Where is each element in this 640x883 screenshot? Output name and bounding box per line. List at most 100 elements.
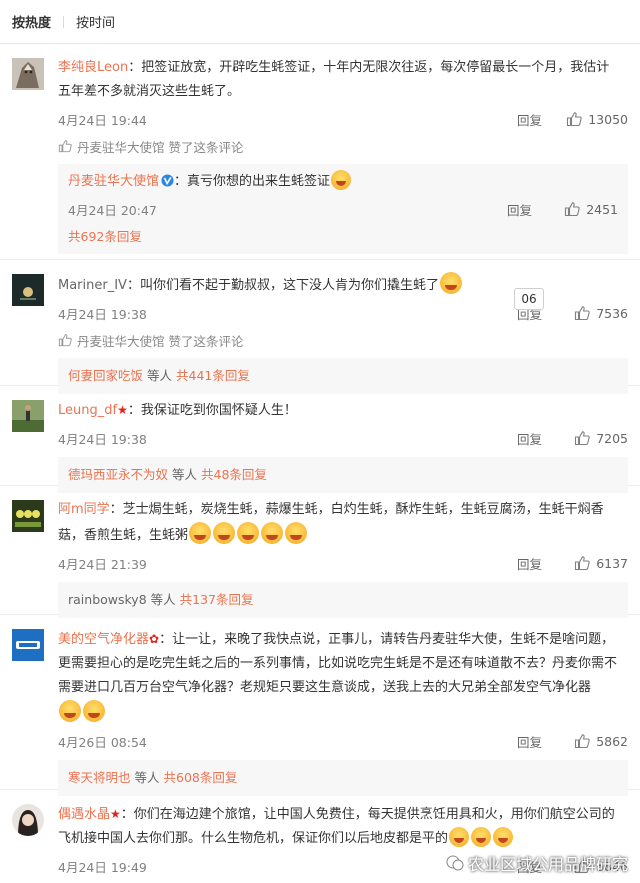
comment-text: ：我保证吃到你国怀疑人生！: [127, 403, 297, 418]
thumbs-up-icon: [58, 333, 72, 347]
reply-time: 4月24日 20:47: [68, 202, 157, 218]
member-badge-icon: ★: [117, 403, 128, 417]
like-button[interactable]: 7205: [562, 430, 628, 446]
liked-by-user[interactable]: 丹麦驻华大使馆: [77, 137, 165, 156]
like-count: 6137: [596, 555, 628, 571]
emoji-icon: [449, 827, 470, 847]
page-tag: 06: [514, 288, 544, 310]
user-avatar[interactable]: [12, 500, 44, 532]
comment-item: 李纯良Leon：把签证放宽，开辟吃生蚝签证，十年内无限次往返，每次停留最长一个月…: [0, 44, 640, 260]
comment-text: ：芝士焗生蚝，炭烧生蚝，蒜爆生蚝，白灼生蚝，酥炸生蚝，生蚝豆腐汤，生蚝干焖香菇，…: [58, 502, 604, 543]
thumbs-up-icon: [566, 111, 582, 127]
comment-item: 美的空气净化器✿：让一让，来晚了我快点说，正事儿，请转告丹麦驻华大使，生蚝不是啥…: [0, 615, 640, 796]
comment-body: 偶遇水晶★：你们在海边建个旅馆，让中国人免费住，每天提供烹饪用具和火，用你们航空…: [58, 802, 628, 851]
more-replies-link[interactable]: 共48条回复: [201, 467, 267, 482]
liked-by-suffix: 赞了这条评论: [168, 139, 244, 155]
comment-meta: 4月24日 19:38 回复 7205: [58, 423, 628, 453]
liked-by-notice: 丹麦驻华大使馆 赞了这条评论: [58, 328, 628, 352]
like-count: 13050: [588, 111, 628, 127]
like-button[interactable]: 5862: [562, 733, 628, 749]
emoji-icon: [493, 827, 514, 847]
reply-body: 丹麦驻华大使馆 ：真亏你想的出来生蚝签证: [68, 170, 618, 194]
reply-user[interactable]: rainbowsky8: [68, 592, 147, 607]
comment-time: 4月24日 19:38: [58, 306, 147, 322]
comment-meta: 4月24日 19:44 回复 13050: [58, 104, 628, 134]
comment-time: 4月24日 21:39: [58, 556, 147, 572]
reply-button[interactable]: 回复: [517, 554, 542, 573]
sort-divider: [63, 15, 65, 28]
thumbs-up-icon: [574, 305, 590, 321]
like-button[interactable]: 2451: [552, 201, 618, 217]
user-avatar[interactable]: [12, 58, 44, 90]
reply-user[interactable]: 何妻回家吃饭: [68, 368, 143, 383]
comment-username[interactable]: 阿m同学: [58, 502, 110, 517]
emoji-icon: [439, 272, 462, 294]
liked-by-user[interactable]: 丹麦驻华大使馆: [77, 331, 165, 350]
emoji-icon: [471, 827, 492, 847]
comment-body: Leung_df★：我保证吃到你国怀疑人生！: [58, 398, 628, 423]
featured-reply: 丹麦驻华大使馆 ：真亏你想的出来生蚝签证 4月24日 20:47 回复 2451 …: [58, 164, 628, 254]
comment-text: ：叫你们看不起于勤叔叔，这下没人肯为你们撬生蚝了: [126, 278, 439, 293]
comment-item: Mariner_IV：叫你们看不起于勤叔叔，这下没人肯为你们撬生蚝了 4月24日…: [0, 260, 640, 394]
like-count: 7536: [596, 305, 628, 321]
emoji-icon: [237, 522, 260, 544]
watermark: 农业区域公用品牌研究: [446, 851, 628, 875]
reply-text: ：真亏你想的出来生蚝签证: [174, 174, 331, 189]
like-count: 5862: [596, 733, 628, 749]
comment-time: 4月26日 08:54: [58, 734, 147, 750]
liked-by-suffix: 赞了这条评论: [168, 333, 244, 349]
comment-text: ：你们在海边建个旅馆，让中国人免费住，每天提供烹饪用具和火，用你们航空公司的飞机…: [58, 807, 615, 846]
more-replies-link[interactable]: 共137条回复: [180, 592, 254, 607]
member-badge-icon: ✿: [149, 632, 160, 646]
user-avatar[interactable]: [12, 400, 44, 432]
like-button[interactable]: 13050: [562, 111, 628, 127]
comment-username[interactable]: Leung_df: [58, 403, 117, 418]
emoji-icon: [331, 170, 352, 190]
thumbs-up-icon: [574, 430, 590, 446]
emoji-icon: [261, 522, 284, 544]
wechat-icon: [446, 855, 464, 871]
reply-username[interactable]: 丹麦驻华大使馆: [68, 174, 159, 189]
thumbs-up-icon: [58, 139, 72, 153]
reply-button[interactable]: 回复: [517, 429, 542, 448]
like-button[interactable]: 6137: [562, 555, 628, 571]
like-count: 2451: [586, 201, 618, 217]
emoji-icon: [59, 700, 81, 722]
more-replies-link[interactable]: 共441条回复: [176, 368, 250, 383]
comment-username[interactable]: 偶遇水晶: [58, 807, 110, 822]
user-avatar[interactable]: [12, 274, 44, 306]
comment-body: 美的空气净化器✿：让一让，来晚了我快点说，正事儿，请转告丹麦驻华大使，生蚝不是啥…: [58, 627, 628, 726]
more-replies-bar[interactable]: rainbowsky8 等人 共137条回复: [58, 582, 628, 618]
sort-by-time-tab[interactable]: 按时间: [76, 12, 115, 31]
comment-item: 阿m同学：芝士焗生蚝，炭烧生蚝，蒜爆生蚝，白灼生蚝，酥炸生蚝，生蚝豆腐汤，生蚝干…: [0, 486, 640, 618]
like-button[interactable]: 7536: [562, 305, 628, 321]
thumbs-up-icon: [574, 555, 590, 571]
sort-by-hot-tab[interactable]: 按热度: [12, 12, 51, 31]
watermark-text: 农业区域公用品牌研究: [467, 855, 628, 874]
reply-meta: 4月24日 20:47 回复 2451: [68, 194, 618, 224]
comment-username[interactable]: 美的空气净化器: [58, 632, 149, 647]
thumbs-up-icon: [574, 733, 590, 749]
reply-button[interactable]: 回复: [517, 110, 542, 129]
comment-username[interactable]: Mariner_IV: [58, 278, 127, 293]
comment-time: 4月24日 19:44: [58, 112, 147, 128]
reply-user[interactable]: 寒天将明也: [68, 770, 131, 785]
comment-meta: 4月24日 21:39 回复 6137: [58, 548, 628, 578]
more-replies-link[interactable]: 共692条回复: [68, 224, 618, 250]
reply-button[interactable]: 回复: [517, 732, 542, 751]
emoji-icon: [285, 522, 308, 544]
verified-badge-icon: [161, 174, 174, 187]
user-avatar[interactable]: [12, 629, 44, 661]
more-replies-link[interactable]: 共608条回复: [164, 770, 238, 785]
comment-meta: 4月26日 08:54 回复 5862: [58, 726, 628, 756]
thumbs-up-icon: [564, 201, 580, 217]
member-badge-icon: ★: [110, 807, 121, 821]
reply-user[interactable]: 德玛西亚永不为奴: [68, 467, 168, 482]
like-count: 7205: [596, 430, 628, 446]
user-avatar[interactable]: [12, 804, 44, 836]
emoji-icon: [189, 522, 212, 544]
comment-username[interactable]: 李纯良Leon: [58, 60, 128, 75]
reply-button[interactable]: 回复: [507, 200, 532, 219]
emoji-icon: [213, 522, 236, 544]
comment-time: 4月24日 19:38: [58, 431, 147, 447]
